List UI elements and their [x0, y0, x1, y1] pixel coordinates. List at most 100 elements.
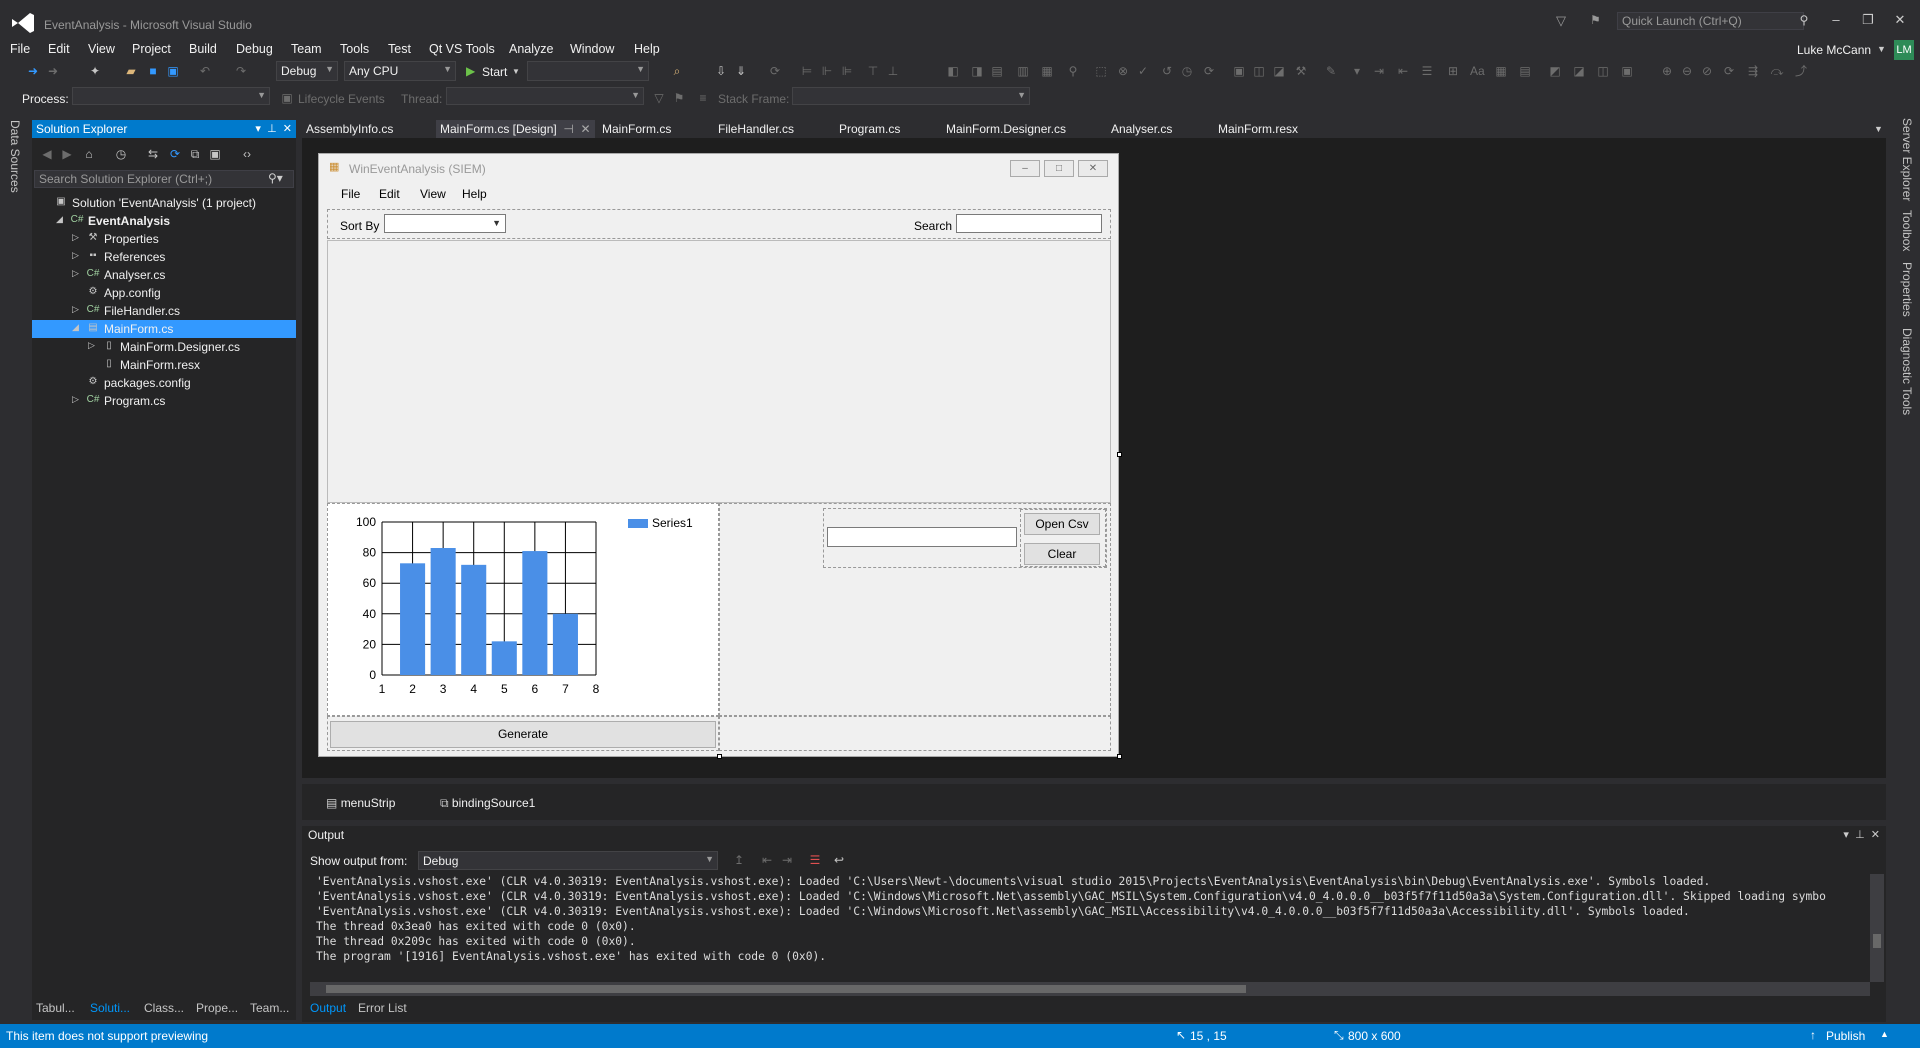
tree-item[interactable]: ▷ C# FileHandler.cs — [32, 302, 296, 320]
tab-output[interactable]: Output — [310, 1001, 346, 1015]
pause-icon[interactable]: ⊖ — [1680, 64, 1694, 78]
debug-locations-icon[interactable]: ⬚ — [1094, 64, 1108, 78]
show-next-icon[interactable]: ⇶ — [1746, 64, 1760, 78]
sync-icon[interactable]: ⟳ — [1202, 64, 1216, 78]
home-icon[interactable]: ⌂ — [82, 147, 96, 161]
annotate-icon[interactable]: ◪ — [1272, 64, 1286, 78]
comment-icon[interactable]: ▥ — [1016, 64, 1030, 78]
start-debug-icon[interactable]: ⊕ — [1660, 64, 1674, 78]
form-menu-edit[interactable]: Edit — [379, 187, 400, 201]
redo-icon[interactable]: ↷ — [234, 64, 248, 78]
output-vertical-scrollbar[interactable] — [1870, 874, 1884, 982]
step-out-icon[interactable]: ⤴ — [1794, 64, 1808, 78]
lock-controls-icon[interactable]: ◫ — [1596, 64, 1610, 78]
wrench-icon[interactable]: ⚒ — [1294, 64, 1308, 78]
tree-item[interactable]: ◢ ▤ MainForm.cs — [32, 320, 296, 338]
prev-message-icon[interactable]: ⇤ — [760, 853, 774, 867]
shelve-icon[interactable]: ▣ — [1232, 64, 1246, 78]
stop-icon[interactable]: ⊘ — [1700, 64, 1714, 78]
refresh-icon[interactable]: ⟳ — [168, 147, 182, 161]
step-over-icon[interactable]: ⤼ — [1770, 64, 1784, 78]
save-icon[interactable]: ■ — [146, 64, 160, 78]
align-tops-icon[interactable]: ⊤ — [866, 64, 880, 78]
tab-toolbox[interactable]: Toolbox — [1900, 210, 1914, 251]
output-horizontal-scrollbar[interactable] — [310, 982, 1870, 996]
tree-item[interactable]: ▷ ⚒ Properties — [32, 230, 296, 248]
tree-item[interactable]: ▷ C# Program.cs — [32, 392, 296, 410]
chevron-down-icon[interactable]: ▼ — [1877, 44, 1886, 54]
check-icon[interactable]: ✓ — [1136, 64, 1150, 78]
menu-analyze[interactable]: Analyze — [509, 42, 553, 56]
uncomment-icon[interactable]: ▦ — [1040, 64, 1054, 78]
close-icon[interactable]: ✕ — [283, 123, 292, 135]
form-maximize-button[interactable]: □ — [1044, 160, 1074, 177]
tree-item[interactable]: ⚙ packages.config — [32, 374, 296, 392]
expand-icon[interactable]: ▷ — [72, 304, 84, 315]
tab-class-view[interactable]: Class... — [144, 1001, 184, 1015]
open-file-icon[interactable]: ▰ — [124, 64, 138, 78]
expand-icon[interactable]: ▷ — [88, 340, 100, 351]
show-all-files-icon[interactable]: ▣ — [208, 147, 222, 161]
menu-build[interactable]: Build — [189, 42, 217, 56]
tab-mainform-resx[interactable]: MainForm.resx — [1218, 122, 1298, 136]
refresh-icon[interactable]: ⟳ — [768, 64, 782, 78]
tree-item[interactable]: ◢ C# EventAnalysis — [32, 212, 296, 230]
tab-mainform-designer[interactable]: MainForm.Designer.cs — [946, 122, 1066, 136]
view-code-icon[interactable]: ‹› — [240, 147, 254, 161]
grid-icon[interactable]: ▦ — [1494, 64, 1508, 78]
tab-data-sources[interactable]: Data Sources — [8, 120, 22, 193]
tree-item[interactable]: ▯ MainForm.resx — [32, 356, 296, 374]
undo-icon[interactable]: ↶ — [198, 64, 212, 78]
process-select[interactable]: ▼ — [72, 87, 270, 105]
tab-properties[interactable]: Properties — [1900, 262, 1914, 317]
generate-button[interactable]: Generate — [330, 721, 716, 748]
compare-icon[interactable]: ◫ — [1252, 64, 1266, 78]
tray-bindingsource[interactable]: ⧉ bindingSource1 — [440, 796, 535, 811]
tree-item[interactable]: ▣ Solution 'EventAnalysis' (1 project) — [32, 194, 296, 212]
form-close-button[interactable]: ✕ — [1078, 160, 1108, 177]
output-source-select[interactable]: Debug ▼ — [418, 851, 718, 870]
tab-property-manager[interactable]: Prope... — [196, 1001, 238, 1015]
tab-analyser[interactable]: Analyser.cs — [1111, 122, 1172, 136]
close-icon[interactable]: ✕ — [581, 122, 591, 136]
forward-icon[interactable]: ➜ — [46, 64, 60, 78]
resize-handle-right[interactable] — [1117, 452, 1122, 457]
expand-icon[interactable]: ▷ — [72, 268, 84, 279]
stack-frame-select[interactable]: ▼ — [792, 87, 1030, 105]
resize-handle-corner[interactable] — [1117, 754, 1122, 759]
tray-menustrip[interactable]: ▤ menuStrip — [326, 796, 395, 810]
menu-tools[interactable]: Tools — [340, 42, 369, 56]
expand-icon[interactable]: ▷ — [72, 250, 84, 261]
notifications-icon[interactable]: ⚑ — [1590, 13, 1601, 27]
publish-button[interactable]: Publish — [1826, 1029, 1865, 1043]
clear-all-icon[interactable]: ☰ — [808, 853, 822, 867]
indent-icon[interactable]: ⇥ — [1372, 64, 1386, 78]
chevron-down-icon[interactable]: ▾ — [1843, 829, 1849, 841]
back-icon[interactable]: ◀ — [40, 147, 54, 161]
solution-platform-select[interactable]: Any CPU ▼ — [344, 61, 456, 81]
lifecycle-events-icon[interactable]: ▣ — [280, 91, 294, 105]
sync-with-document-icon[interactable]: ⇆ — [146, 147, 160, 161]
sort-by-combobox[interactable]: ▼ — [384, 214, 506, 233]
bookmark-icon[interactable]: ◧ — [946, 64, 960, 78]
align-rights-icon[interactable]: ⊫ — [840, 64, 854, 78]
search-icon[interactable]: ⚲▾ — [268, 171, 283, 185]
menu-help[interactable]: Help — [634, 42, 660, 56]
layout-icon[interactable]: ▤ — [1518, 64, 1532, 78]
tree-item[interactable]: ▷ C# Analyser.cs — [32, 266, 296, 284]
align-middles-icon[interactable]: ⊥ — [886, 64, 900, 78]
flag-icon[interactable]: ⚑ — [672, 91, 686, 105]
expand-icon[interactable]: ▷ — [72, 394, 84, 405]
debug-target-select[interactable]: ▼ — [527, 61, 649, 81]
tab-mainform-cs[interactable]: MainForm.cs — [602, 122, 671, 136]
output-header[interactable]: Output — [302, 826, 1886, 844]
menu-test[interactable]: Test — [388, 42, 411, 56]
form-minimize-button[interactable]: – — [1010, 160, 1040, 177]
tab-assemblyinfo[interactable]: AssemblyInfo.cs — [306, 122, 393, 136]
thread-select[interactable]: ▼ — [446, 87, 644, 105]
event-chart[interactable]: 100 80 60 40 20 01 2 3 4 5 6 7 8 Series1 — [328, 504, 718, 715]
tab-server-explorer[interactable]: Server Explorer — [1900, 118, 1914, 201]
form-menu-file[interactable]: File — [341, 187, 360, 201]
text-icon[interactable]: Aa — [1470, 64, 1485, 78]
solution-search-input[interactable]: Search Solution Explorer (Ctrl+;) — [34, 170, 294, 188]
